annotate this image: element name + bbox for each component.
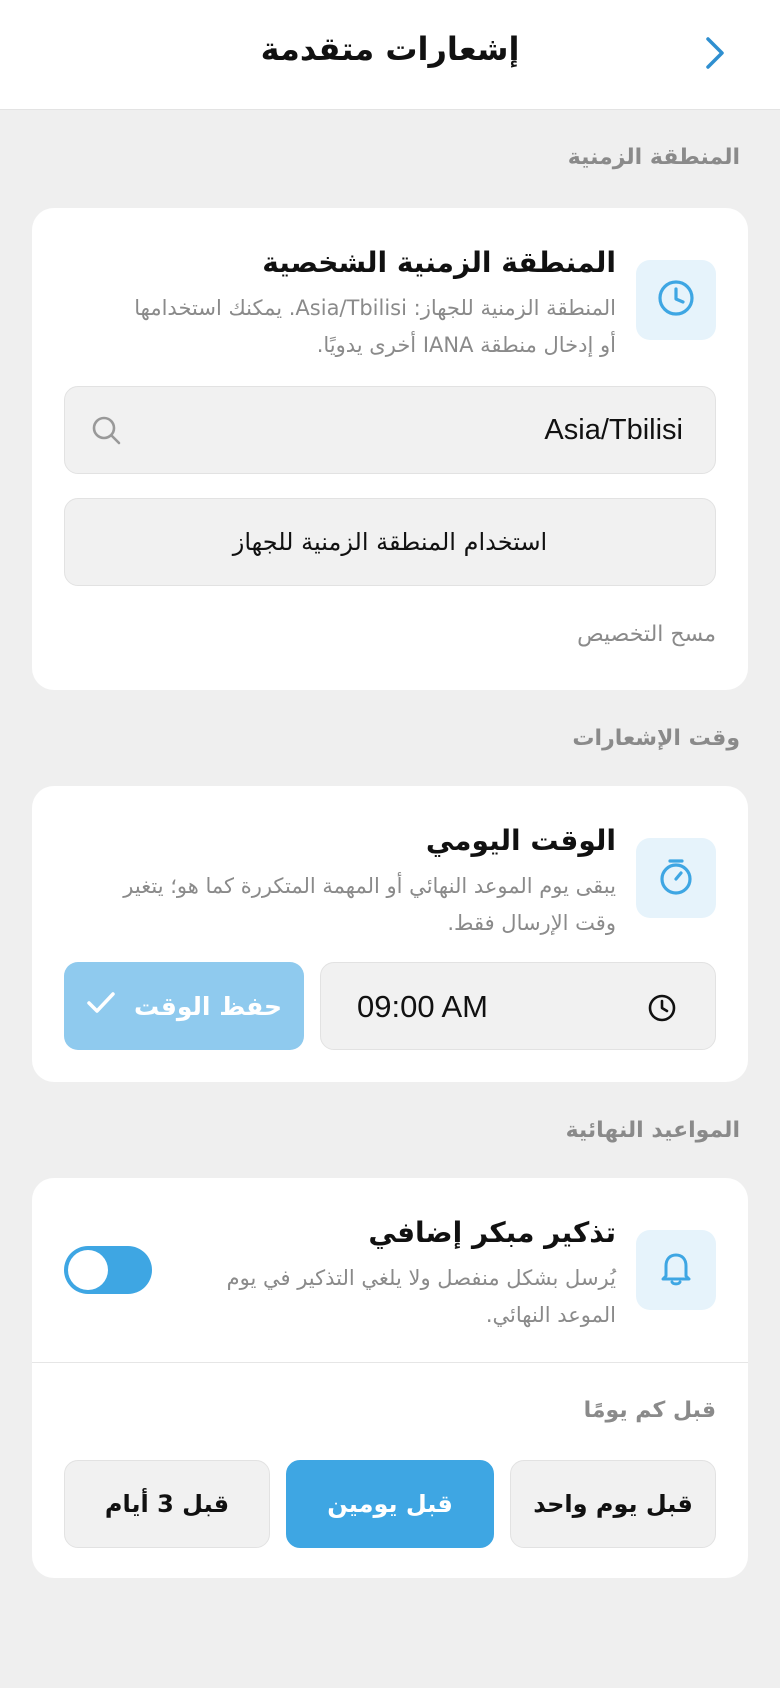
- option-one-day-before[interactable]: قبل يوم واحد: [510, 1460, 716, 1548]
- stopwatch-icon: [656, 856, 696, 900]
- time-value: 09:00 AM: [357, 989, 488, 1024]
- page-title: إشعارات متقدمة: [260, 30, 520, 68]
- early-reminder-toggle[interactable]: [64, 1246, 152, 1294]
- save-time-label: حفظ الوقت: [134, 991, 282, 1021]
- divider: [32, 1362, 748, 1363]
- days-before-label: قبل كم يومًا: [583, 1398, 716, 1423]
- section-label-timezone: المنطقة الزمنية: [567, 145, 740, 170]
- daily-time-description-line: يبقى يوم الموعد النهائي أو المهمة المتكر…: [123, 874, 616, 898]
- early-reminder-icon-box: [636, 1230, 716, 1310]
- timezone-description-line: أو إدخال منطقة IANA أخرى يدويًا.: [316, 333, 616, 357]
- daily-time-description: يبقى يوم الموعد النهائي أو المهمة المتكر…: [76, 868, 616, 942]
- timezone-icon-box: [636, 260, 716, 340]
- section-label-deadlines: المواعيد النهائية: [565, 1118, 740, 1143]
- timezone-input[interactable]: [65, 387, 715, 473]
- clock-icon: [647, 993, 677, 1027]
- bell-icon: [656, 1248, 696, 1292]
- option-three-days-before[interactable]: قبل 3 أيام: [64, 1460, 270, 1548]
- reset-customization-link[interactable]: مسح التخصيص: [577, 622, 716, 647]
- clock-icon: [656, 278, 696, 322]
- option-two-days-before[interactable]: قبل يومين: [286, 1460, 494, 1548]
- timezone-card: المنطقة الزمنية الشخصية المنطقة الزمنية …: [32, 208, 748, 690]
- timezone-description: المنطقة الزمنية للجهاز: Asia/Tbilisi. يم…: [76, 290, 616, 364]
- daily-time-icon-box: [636, 838, 716, 918]
- timezone-search-field[interactable]: [64, 386, 716, 474]
- section-label-notification-time: وقت الإشعارات: [572, 726, 740, 751]
- daily-time-description-line: وقت الإرسال فقط.: [447, 911, 616, 935]
- early-reminder-description-line: يُرسل بشكل منفصل ولا يلغي التذكير في يوم: [226, 1266, 616, 1290]
- check-icon: [86, 990, 116, 1022]
- save-time-button[interactable]: حفظ الوقت: [64, 962, 304, 1050]
- daily-time-card: الوقت اليومي يبقى يوم الموعد النهائي أو …: [32, 786, 748, 1082]
- early-reminder-description-line: الموعد النهائي.: [485, 1303, 616, 1327]
- daily-time-title: الوقت اليومي: [425, 824, 616, 857]
- app-header: إشعارات متقدمة: [0, 0, 780, 110]
- early-reminder-title: تذكير مبكر إضافي: [368, 1216, 616, 1249]
- timezone-title: المنطقة الزمنية الشخصية: [262, 246, 616, 279]
- early-reminder-description: يُرسل بشكل منفصل ولا يلغي التذكير في يوم…: [196, 1260, 616, 1334]
- timezone-description-line: المنطقة الزمنية للجهاز: Asia/Tbilisi. يم…: [134, 296, 616, 320]
- search-icon: [91, 415, 123, 451]
- use-device-timezone-button[interactable]: استخدام المنطقة الزمنية للجهاز: [64, 498, 716, 586]
- chevron-right-icon: [704, 36, 726, 74]
- time-picker-field[interactable]: 09:00 AM: [320, 962, 716, 1050]
- early-reminder-card: تذكير مبكر إضافي يُرسل بشكل منفصل ولا يل…: [32, 1178, 748, 1578]
- back-button[interactable]: [690, 30, 740, 80]
- toggle-knob: [68, 1250, 108, 1290]
